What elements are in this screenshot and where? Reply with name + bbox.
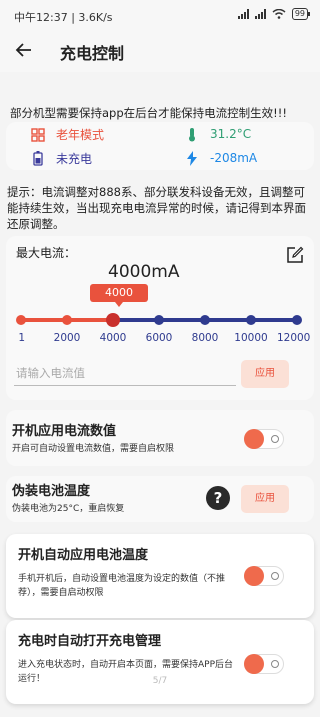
toggle-off-indicator [271, 660, 279, 668]
slider-stop[interactable] [200, 315, 210, 325]
app-bar: 充电控制 [0, 30, 320, 72]
slider-stop[interactable] [246, 315, 256, 325]
current-input[interactable] [14, 360, 236, 386]
page-title: 充电控制 [60, 44, 125, 63]
arrow-left-icon [15, 43, 31, 57]
slider-tick-label: 1 [18, 332, 26, 344]
charge-manage-toggle[interactable] [244, 654, 284, 674]
max-current-card: 最大电流： 4000mA 4000 1 2000 4000 6000 8000 10000… [6, 236, 314, 400]
thermometer-icon [184, 126, 200, 142]
fake-temp-title: 伪装电池温度 [12, 484, 91, 499]
temperature-label: 31.2°C [210, 127, 252, 141]
slider-tick-label: 12000 [276, 332, 311, 344]
apply-temp-button[interactable]: 应用 [241, 485, 289, 513]
slider-tick-label: 2000 [53, 332, 81, 344]
boot-current-card: 开机应用电流数值 开启可自动设置电流数值，需要自启权限 [6, 410, 314, 466]
max-current-value: 4000mA [108, 262, 180, 282]
slider-stop[interactable] [292, 315, 302, 325]
max-current-label: 最大电流： [16, 246, 77, 260]
slider-value-bubble: 4000 [90, 284, 148, 307]
fake-temp-card: 伪装电池温度 伪装电池为25°C，重启恢复 ? 应用 [6, 476, 314, 522]
battery-icon [30, 151, 46, 167]
slider-stop[interactable] [62, 315, 72, 325]
boot-current-toggle[interactable] [244, 429, 284, 449]
temperature-info: 31.2°C [184, 126, 251, 142]
toggle-off-indicator [271, 435, 279, 443]
charge-manage-card: 充电时自动打开充电管理 进入充电状态时，自动开启本页面，需要保持APP后台运行！ [6, 620, 314, 704]
boot-temp-toggle[interactable] [244, 566, 284, 586]
slider-tick-label: 8000 [191, 332, 219, 344]
edit-icon[interactable] [286, 246, 304, 264]
status-icons: 99 [237, 8, 311, 20]
toggle-off-indicator [271, 572, 279, 580]
slider-stop[interactable] [16, 315, 26, 325]
battery-status-icon: 99 [291, 8, 311, 20]
help-icon[interactable]: ? [206, 486, 230, 510]
tip-text: 提示：电流调整对888系、部分联发科设备无效，且调整可能持续生效，当出现充电电流… [7, 185, 306, 231]
slider-tick-label: 6000 [145, 332, 173, 344]
boot-temp-title: 开机自动应用电池温度 [18, 548, 149, 563]
charge-state-info: 未充电 [30, 150, 92, 167]
page-indicator: 5/7 [152, 676, 168, 686]
boot-temp-desc: 手机开机后，自动设置电池温度为设定的数值（不推荐），需要自启动权限 [18, 574, 226, 598]
mode-info[interactable]: 老年模式 [30, 126, 104, 143]
signal-icon [237, 9, 249, 19]
current-info: -208mA [184, 150, 257, 166]
toggle-thumb [244, 566, 264, 586]
mode-label: 老年模式 [56, 128, 105, 142]
slider-stop[interactable] [154, 315, 164, 325]
slider-tick-label: 10000 [234, 332, 268, 344]
signal-icon-2 [254, 9, 266, 19]
wifi-icon [272, 9, 286, 19]
boot-current-desc: 开启可自动设置电流数值，需要自启权限 [12, 444, 175, 454]
slider-tick-label: 4000 [99, 332, 127, 344]
boot-current-title: 开机应用电流数值 [12, 424, 117, 439]
background-warning: 部分机型需要保持app在后台才能保持电流控制生效!!! [10, 106, 287, 120]
status-info-card: 老年模式 31.2°C 未充电 -208mA [6, 122, 314, 170]
status-bar: 中午12:37 | 3.6K/s 99 [0, 0, 320, 30]
apply-current-button[interactable]: 应用 [241, 360, 289, 388]
grid-icon [30, 127, 46, 143]
charge-manage-title: 充电时自动打开充电管理 [18, 634, 162, 649]
boot-temp-card: 开机自动应用电池温度 手机开机后，自动设置电池温度为设定的数值（不推荐），需要自… [6, 534, 314, 618]
current-label: -208mA [210, 151, 258, 165]
status-time-speed: 中午12:37 | 3.6K/s [14, 11, 113, 24]
toggle-thumb [244, 429, 264, 449]
toggle-thumb [244, 654, 264, 674]
charge-state-label: 未充电 [56, 152, 93, 166]
bolt-icon [184, 150, 200, 166]
fake-temp-desc: 伪装电池为25°C，重启恢复 [12, 504, 125, 514]
back-button[interactable] [12, 38, 36, 62]
slider-thumb[interactable] [106, 313, 120, 327]
